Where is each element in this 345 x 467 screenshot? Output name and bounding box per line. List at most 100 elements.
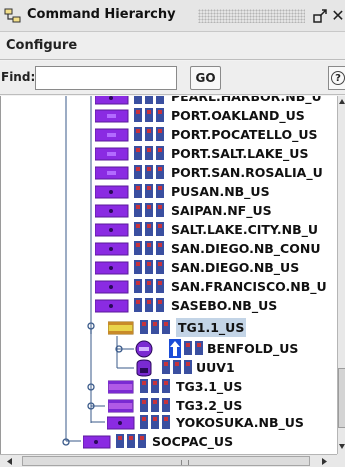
pf-icon — [184, 341, 203, 355]
purple-folder-icon — [83, 435, 111, 449]
pf-icon — [134, 184, 164, 198]
purple-folder-icon — [95, 223, 129, 237]
tree-node[interactable]: PORT.POCATELLO_US — [1, 125, 337, 144]
node-label: SAN.DIEGO.NB_CONU — [171, 241, 321, 256]
find-label: Find: — [1, 70, 36, 84]
purple-folder-icon — [95, 280, 129, 294]
go-button[interactable]: GO — [190, 66, 221, 90]
horizontal-scroll-thumb[interactable] — [22, 456, 310, 466]
tree-node[interactable]: TG3.1_US — [1, 377, 337, 396]
expanded-handle-icon[interactable] — [87, 322, 97, 334]
tree-node[interactable]: SAN.DIEGO.NB_CONU — [1, 239, 337, 258]
node-label: SASEBO.NB_US — [171, 298, 278, 313]
node-label: SAN.FRANCISCO.NB_U — [171, 279, 327, 294]
node-label: PUSAN.NB_US — [171, 184, 270, 199]
node-label: PORT.SAN.ROSALIA_U — [171, 165, 323, 180]
tree-node[interactable]: PORT.SALT.LAKE_US — [1, 144, 337, 163]
tree-node[interactable]: SAIPAN.NF_US — [1, 201, 337, 220]
close-icon[interactable]: ✕ — [329, 7, 345, 25]
purple-folder-icon — [95, 242, 129, 256]
purple-folder-icon — [95, 109, 129, 123]
tree-node[interactable]: UUV1 — [1, 358, 337, 377]
yellow-group-icon — [108, 321, 134, 335]
pf-icon — [140, 398, 170, 412]
find-input[interactable] — [35, 66, 177, 90]
purple-folder-icon — [95, 204, 129, 218]
node-label: PORT.OAKLAND_US — [171, 108, 305, 123]
purple-folder-icon — [95, 185, 129, 199]
pf-icon — [134, 146, 164, 160]
tree-node[interactable]: PORT.OAKLAND_US — [1, 106, 337, 125]
restore-icon[interactable] — [311, 7, 329, 25]
ship-icon — [135, 340, 153, 358]
tree-node[interactable]: SOCPAC_US — [1, 432, 337, 451]
vertical-scroll-thumb[interactable] — [338, 368, 345, 428]
tree-node-selected[interactable]: TG1.1_US — [1, 318, 337, 337]
tree-node[interactable]: PUSAN.NB_US — [1, 182, 337, 201]
uuv-icon — [136, 359, 152, 377]
tree-node[interactable]: BENFOLD_US — [1, 339, 337, 358]
node-label: BENFOLD_US — [207, 341, 299, 356]
menu-configure[interactable]: Configure — [6, 38, 77, 53]
tree-node[interactable]: SALT.LAKE.CITY.NB_U — [1, 220, 337, 239]
help-button[interactable]: ? — [328, 66, 345, 90]
title-grip[interactable] — [198, 9, 305, 23]
tree-node[interactable]: PEARL.HARBOR.NB_U — [1, 96, 337, 106]
scroll-right-icon[interactable] — [320, 457, 328, 466]
node-label: PORT.POCATELLO_US — [171, 127, 318, 142]
node-label: TG1.1_US — [176, 318, 247, 337]
node-label: SAIPAN.NF_US — [171, 203, 272, 218]
tree-node[interactable]: SAN.FRANCISCO.NB_U — [1, 277, 337, 296]
scroll-down-icon[interactable] — [338, 442, 345, 452]
collapsed-handle-icon[interactable] — [87, 402, 97, 410]
window-title: Command Hierarchy — [27, 7, 176, 22]
horizontal-scrollbar[interactable] — [0, 454, 345, 467]
node-label: YOKOSUKA.NB_US — [176, 415, 304, 430]
tree-node[interactable]: YOKOSUKA.NB_US — [1, 413, 337, 432]
purple-folder-icon — [95, 166, 129, 180]
pf-icon — [134, 96, 164, 104]
pf-icon — [140, 415, 170, 429]
pf-icon — [140, 320, 170, 334]
node-label: TG3.1_US — [176, 379, 243, 394]
purple-group-icon — [108, 380, 134, 394]
purple-group-icon — [108, 399, 134, 413]
collapsed-handle-icon[interactable] — [62, 438, 72, 446]
tree-node[interactable]: SASEBO.NB_US — [1, 296, 337, 315]
purple-folder-icon — [107, 416, 135, 430]
thumb-grip — [181, 460, 189, 465]
purple-folder-icon — [95, 147, 129, 161]
pf-icon — [134, 222, 164, 236]
command-tree[interactable]: PEARL.HARBOR.NB_U PORT.OAKLAND_US PORT.P… — [0, 96, 337, 454]
node-label: SOCPAC_US — [152, 434, 234, 449]
vertical-scrollbar[interactable] — [337, 96, 345, 454]
help-icon: ? — [331, 71, 345, 85]
pf-icon — [134, 203, 164, 217]
node-label: SALT.LAKE.CITY.NB_U — [171, 222, 319, 237]
pf-icon — [134, 298, 164, 312]
pf-icon — [134, 241, 164, 255]
find-bar: Find: GO ? — [0, 61, 345, 95]
scroll-up-icon[interactable] — [338, 96, 345, 106]
pf-icon — [116, 434, 146, 448]
purple-folder-icon — [95, 261, 129, 275]
pf-icon — [134, 108, 164, 122]
pf-icon — [134, 127, 164, 141]
collapsed-handle-icon[interactable] — [115, 345, 125, 353]
arrow-up-icon — [169, 339, 181, 358]
node-label: SAN.DIEGO.NB_US — [171, 260, 300, 275]
purple-folder-icon — [95, 96, 129, 105]
pf-icon — [134, 165, 164, 179]
node-label: PORT.SALT.LAKE_US — [171, 146, 309, 161]
title-bar[interactable]: Command Hierarchy ✕ — [0, 0, 345, 32]
pf-icon — [134, 279, 164, 293]
menu-bar: Configure — [0, 32, 345, 60]
purple-folder-icon — [95, 299, 129, 313]
pf-icon — [134, 260, 164, 274]
tree-node[interactable]: SAN.DIEGO.NB_US — [1, 258, 337, 277]
scroll-left-icon[interactable] — [6, 457, 14, 466]
collapsed-handle-icon[interactable] — [87, 383, 97, 391]
tree-node[interactable]: PORT.SAN.ROSALIA_U — [1, 163, 337, 182]
resize-corner — [337, 454, 345, 467]
purple-folder-icon — [95, 128, 129, 142]
